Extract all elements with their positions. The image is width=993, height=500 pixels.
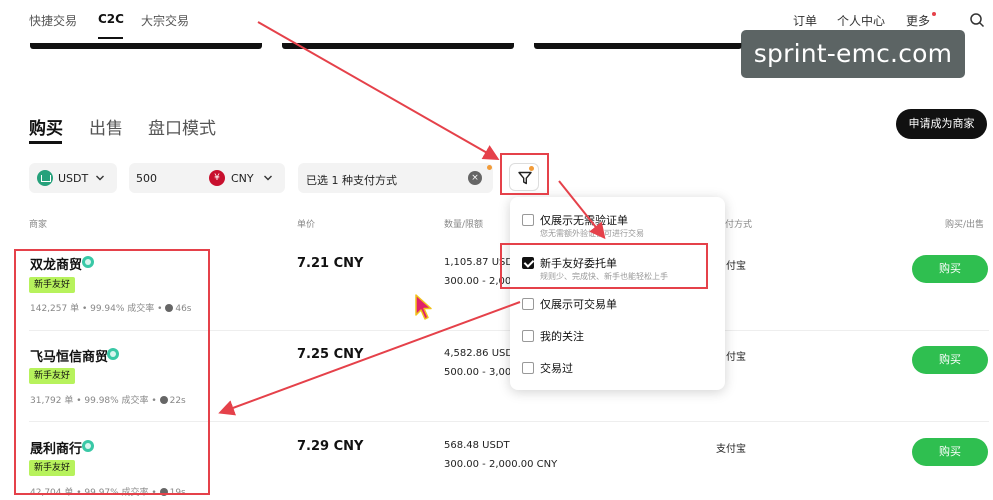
- chevron-down-icon: [96, 175, 104, 181]
- option-tradable-only-label[interactable]: 仅展示可交易单: [540, 296, 617, 312]
- amount-input-value: 500: [136, 172, 157, 185]
- nav-more[interactable]: 更多: [906, 12, 930, 29]
- watermark: sprint-emc.com: [741, 30, 965, 78]
- nav-profile[interactable]: 个人中心: [837, 12, 885, 29]
- buy-button[interactable]: 购买: [912, 255, 988, 283]
- order-limit: 300.00 - 2,000.00 CNY: [444, 459, 558, 470]
- banner-card-2[interactable]: [282, 43, 514, 49]
- highlight-merchant-column: [14, 249, 210, 495]
- payment-method: 支付宝: [716, 444, 746, 455]
- option-traded-checkbox[interactable]: [522, 362, 534, 374]
- coin-select-value: USDT: [58, 172, 89, 185]
- filter-active-dot: [487, 165, 492, 170]
- amount-input[interactable]: 500 ¥ CNY: [129, 163, 285, 193]
- unit-price: 7.25 CNY: [297, 347, 364, 362]
- payment-method-select[interactable]: 已选 1 种支付方式 ×: [298, 163, 493, 193]
- payment-method: 付宝: [726, 261, 746, 272]
- currency-select-value[interactable]: CNY: [231, 172, 254, 185]
- option-following-label[interactable]: 我的关注: [540, 328, 584, 344]
- option-no-verification-checkbox[interactable]: [522, 214, 534, 226]
- available-quantity: 4,582.86 USD: [444, 348, 514, 359]
- option-no-verification-desc: 您无需额外验证便可进行交易: [540, 229, 644, 238]
- become-merchant-button[interactable]: 申请成为商家: [896, 109, 987, 139]
- header-price: 单价: [297, 220, 316, 230]
- usdt-icon: [37, 170, 53, 186]
- notification-dot: [932, 12, 936, 16]
- available-quantity: 568.48 USDT: [444, 440, 510, 451]
- option-no-verification-label[interactable]: 仅展示无需验证单: [540, 212, 628, 228]
- banner-card-3[interactable]: [534, 43, 742, 49]
- payment-method: 付宝: [726, 352, 746, 363]
- nav-c2c[interactable]: C2C: [98, 12, 124, 26]
- cny-icon: ¥: [209, 170, 225, 186]
- clear-icon[interactable]: ×: [468, 171, 482, 185]
- highlight-newbie-option: [500, 243, 708, 289]
- unit-price: 7.21 CNY: [297, 256, 364, 271]
- order-limit: 500.00 - 3,00: [444, 367, 512, 378]
- nav-active-underline: [98, 37, 123, 39]
- payment-method-value: 已选 1 种支付方式: [306, 174, 397, 187]
- unit-price: 7.29 CNY: [297, 439, 364, 454]
- header-quantity: 数量/限额: [444, 220, 484, 230]
- highlight-filter-button: [500, 153, 549, 195]
- tab-orderbook-mode[interactable]: 盘口模式: [148, 114, 216, 139]
- option-traded-label[interactable]: 交易过: [540, 360, 573, 376]
- nav-quick-trade[interactable]: 快捷交易: [29, 12, 77, 29]
- mouse-cursor-icon: [415, 294, 432, 320]
- filter-popover: 仅展示无需验证单 您无需额外验证便可进行交易 新手友好委托单 规则少、完成快、新…: [510, 197, 725, 390]
- nav-orders[interactable]: 订单: [793, 12, 817, 29]
- coin-select[interactable]: USDT: [29, 163, 117, 193]
- tab-active-underline: [29, 141, 62, 144]
- header-merchant: 商家: [29, 220, 48, 230]
- buy-button[interactable]: 购买: [912, 346, 988, 374]
- chevron-down-icon[interactable]: [263, 173, 273, 183]
- tab-sell[interactable]: 出售: [89, 114, 123, 139]
- search-icon[interactable]: [969, 12, 985, 28]
- header-action: 购买/出售: [945, 220, 985, 230]
- buy-button[interactable]: 购买: [912, 438, 988, 466]
- nav-block-trade[interactable]: 大宗交易: [141, 12, 189, 29]
- option-following-checkbox[interactable]: [522, 330, 534, 342]
- tab-buy[interactable]: 购买: [29, 114, 63, 139]
- banner-card-1[interactable]: [30, 43, 262, 49]
- option-tradable-only-checkbox[interactable]: [522, 298, 534, 310]
